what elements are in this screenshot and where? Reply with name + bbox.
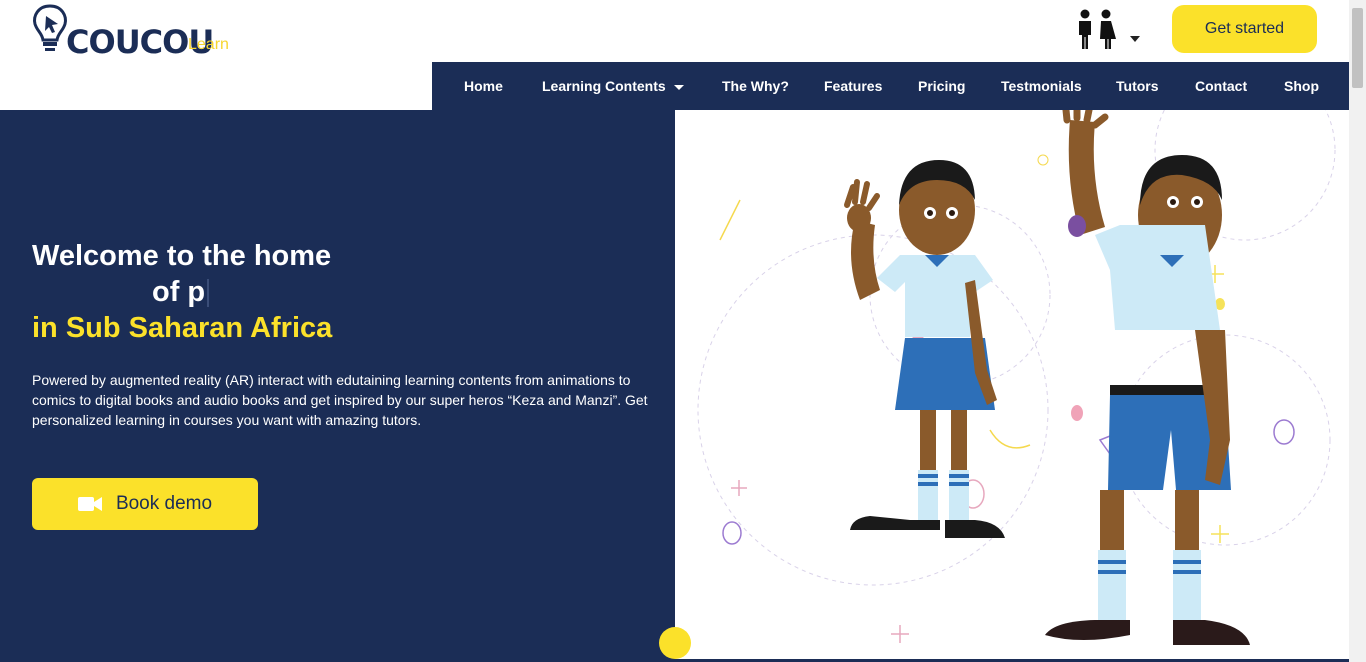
nav-item-the-why[interactable]: The Why? [722, 78, 789, 94]
nav-item-home[interactable]: Home [464, 78, 503, 94]
hero-title: Welcome to the home [32, 240, 332, 272]
caret-down-icon [673, 84, 684, 90]
book-demo-label: Book demo [115, 493, 213, 514]
nav-item-pricing[interactable]: Pricing [918, 78, 965, 94]
hero-subtitle: in Sub Saharan Africa [32, 312, 333, 344]
girl-figure [844, 160, 1005, 538]
main-nav: Home Learning Contents The Why? Features… [432, 62, 1349, 110]
nav-item-features[interactable]: Features [824, 78, 882, 94]
typed-text: of p [152, 276, 206, 308]
hero-description: Powered by augmented reality (AR) intera… [32, 372, 648, 428]
decorative-yellow-dot [659, 627, 691, 659]
hero-illustration [675, 110, 1349, 662]
family-icon[interactable] [1076, 8, 1118, 50]
nav-item-contact[interactable]: Contact [1195, 78, 1247, 94]
video-camera-icon [77, 497, 102, 511]
logo-suffix: Learn [188, 36, 229, 53]
get-started-button[interactable]: Get started [1172, 5, 1317, 53]
book-demo-button[interactable]: Book demo [32, 478, 258, 530]
nav-item-testimonials[interactable]: Testmonials [1001, 78, 1082, 94]
page-scrollbar[interactable] [1349, 0, 1366, 662]
nav-item-shop[interactable]: Shop [1284, 78, 1319, 94]
text-cursor [207, 279, 210, 308]
lightbulb-icon [33, 4, 67, 51]
chevron-down-icon[interactable] [1130, 36, 1140, 42]
boy-figure [1045, 110, 1250, 645]
nav-item-label: Learning Contents [542, 78, 666, 94]
scrollbar-thumb[interactable] [1352, 8, 1363, 88]
kids-illustration [697, 110, 1336, 645]
hero-title-typing: of p [152, 274, 210, 310]
site-logo[interactable]: COUCOU Learn [30, 2, 250, 62]
nav-item-tutors[interactable]: Tutors [1116, 78, 1159, 94]
nav-item-learning-contents[interactable]: Learning Contents [542, 78, 684, 94]
